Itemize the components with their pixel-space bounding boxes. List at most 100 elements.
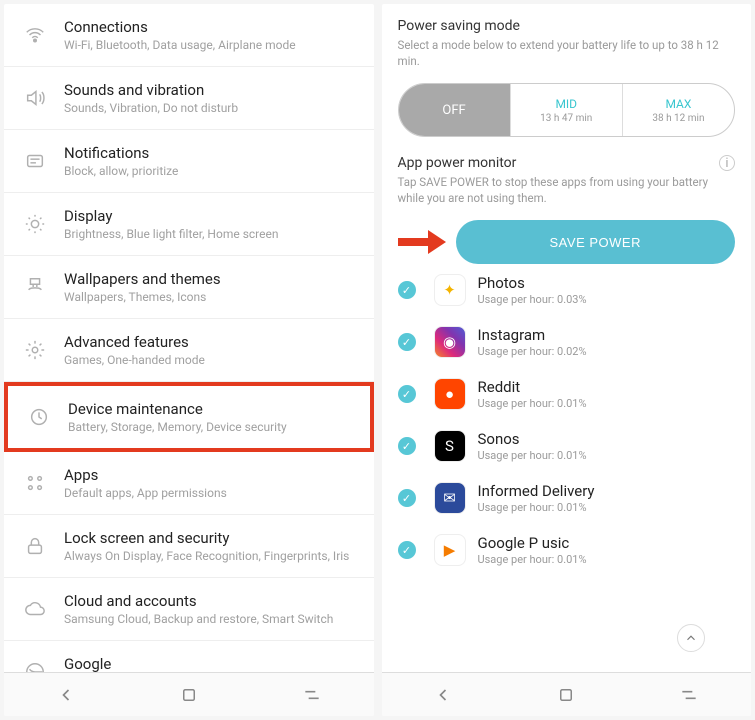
app-usage: Usage per hour: 0.01% bbox=[478, 397, 587, 410]
settings-item-notifications[interactable]: Notifications Block, allow, prioritize bbox=[4, 130, 374, 193]
app-name: Informed Delivery bbox=[478, 482, 595, 500]
power-mode-max-sub: 38 h 12 min bbox=[652, 113, 704, 124]
settings-item-sub: Samsung Cloud, Backup and restore, Smart… bbox=[64, 612, 333, 626]
app-row-photos[interactable]: ✓ ✦ PhotosUsage per hour: 0.03% bbox=[398, 264, 736, 316]
settings-item-lock[interactable]: Lock screen and securityAlways On Displa… bbox=[4, 515, 374, 578]
settings-item-title: Display bbox=[64, 207, 278, 225]
display-icon bbox=[18, 213, 52, 235]
settings-item-wallpapers[interactable]: Wallpapers and themes Wallpapers, Themes,… bbox=[4, 256, 374, 319]
power-mode-off[interactable]: OFF bbox=[399, 84, 510, 136]
settings-item-title: Apps bbox=[64, 466, 227, 484]
wallpapers-icon bbox=[18, 276, 52, 298]
apps-icon bbox=[18, 472, 52, 494]
settings-item-title: Wallpapers and themes bbox=[64, 270, 221, 288]
settings-item-sub: Brightness, Blue light filter, Home scre… bbox=[64, 227, 278, 241]
settings-item-cloud[interactable]: Cloud and accounts Samsung Cloud, Backup … bbox=[4, 578, 374, 641]
app-power-heading: App power monitor bbox=[398, 155, 517, 171]
settings-item-title: Cloud and accounts bbox=[64, 592, 333, 610]
nav-home-button[interactable] bbox=[178, 684, 200, 706]
settings-item-device-maintenance[interactable]: Device maintenance Battery, Storage, Memo… bbox=[4, 382, 374, 452]
power-mode-mid-label: MID bbox=[555, 97, 577, 111]
settings-item-sounds[interactable]: Sounds and vibration Sounds, Vibration, D… bbox=[4, 67, 374, 130]
settings-item-title: Lock screen and security bbox=[64, 529, 349, 547]
app-icon-informed: ✉ bbox=[434, 482, 466, 514]
android-navbar bbox=[382, 672, 752, 716]
info-icon[interactable]: i bbox=[719, 155, 735, 171]
power-mode-mid[interactable]: MID 13 h 47 min bbox=[510, 84, 622, 136]
app-usage: Usage per hour: 0.01% bbox=[478, 501, 595, 514]
nav-back-button[interactable] bbox=[55, 684, 77, 706]
settings-item-advanced[interactable]: Advanced features Games, One-handed mode bbox=[4, 319, 374, 382]
advanced-icon bbox=[18, 339, 52, 361]
app-checkbox[interactable]: ✓ bbox=[398, 333, 416, 351]
save-power-button[interactable]: SAVE POWER bbox=[456, 220, 736, 264]
app-icon-photos: ✦ bbox=[434, 274, 466, 306]
lock-icon bbox=[18, 535, 52, 557]
notifications-icon bbox=[18, 150, 52, 172]
settings-item-title: Sounds and vibration bbox=[64, 81, 238, 99]
settings-item-sub: Wi-Fi, Bluetooth, Data usage, Airplane m… bbox=[64, 38, 296, 52]
settings-item-sub: Wallpapers, Themes, Icons bbox=[64, 290, 221, 304]
app-power-desc: Tap SAVE POWER to stop these apps from u… bbox=[398, 175, 736, 206]
settings-item-sub: Battery, Storage, Memory, Device securit… bbox=[68, 420, 287, 434]
app-name: Instagram bbox=[478, 326, 587, 344]
device-maintenance-icon bbox=[22, 406, 56, 428]
settings-item-sub: Block, allow, prioritize bbox=[64, 164, 178, 178]
settings-item-sub: Default apps, App permissions bbox=[64, 486, 227, 500]
cloud-icon bbox=[18, 598, 52, 620]
settings-item-sub: Sounds, Vibration, Do not disturb bbox=[64, 101, 238, 115]
app-checkbox[interactable]: ✓ bbox=[398, 437, 416, 455]
google-icon bbox=[18, 661, 52, 672]
app-name: Google P usic bbox=[478, 534, 587, 552]
app-checkbox[interactable]: ✓ bbox=[398, 281, 416, 299]
app-icon-reddit: ● bbox=[434, 378, 466, 410]
android-navbar bbox=[4, 672, 374, 716]
settings-item-title: Notifications bbox=[64, 144, 178, 162]
app-name: Reddit bbox=[478, 378, 587, 396]
nav-recents-button[interactable] bbox=[678, 684, 700, 706]
app-row-informed[interactable]: ✓ ✉ Informed DeliveryUsage per hour: 0.01% bbox=[398, 472, 736, 524]
power-saving-heading: Power saving mode bbox=[398, 18, 736, 34]
app-usage: Usage per hour: 0.02% bbox=[478, 345, 587, 358]
settings-screen: Connections Wi-Fi, Bluetooth, Data usage,… bbox=[4, 4, 374, 716]
app-name: Photos bbox=[478, 274, 587, 292]
app-usage: Usage per hour: 0.03% bbox=[478, 293, 587, 306]
power-mode-off-label: OFF bbox=[442, 103, 465, 118]
nav-back-button[interactable] bbox=[432, 684, 454, 706]
app-checkbox[interactable]: ✓ bbox=[398, 541, 416, 559]
app-row-gpm[interactable]: ✓ ▶ Google P usicUsage per hour: 0.01% bbox=[398, 524, 736, 576]
sounds-icon bbox=[18, 87, 52, 109]
power-mode-max[interactable]: MAX 38 h 12 min bbox=[622, 84, 734, 136]
app-icon-sonos: S bbox=[434, 430, 466, 462]
settings-item-display[interactable]: Display Brightness, Blue light filter, Ho… bbox=[4, 193, 374, 256]
app-row-instagram[interactable]: ✓ ◉ InstagramUsage per hour: 0.02% bbox=[398, 316, 736, 368]
app-checkbox[interactable]: ✓ bbox=[398, 385, 416, 403]
settings-item-sub: Games, One-handed mode bbox=[64, 353, 205, 367]
app-power-list: ✓ ✦ PhotosUsage per hour: 0.03% ✓ ◉ Instagram… bbox=[398, 264, 736, 576]
settings-item-apps[interactable]: Apps Default apps, App permissions bbox=[4, 452, 374, 515]
device-maintenance-screen: Power saving mode Select a mode below to… bbox=[382, 4, 752, 716]
nav-home-button[interactable] bbox=[555, 684, 577, 706]
app-usage: Usage per hour: 0.01% bbox=[478, 553, 587, 566]
app-row-sonos[interactable]: ✓ S SonosUsage per hour: 0.01% bbox=[398, 420, 736, 472]
settings-list: Connections Wi-Fi, Bluetooth, Data usage,… bbox=[4, 4, 374, 672]
settings-item-title: Device maintenance bbox=[68, 400, 287, 418]
device-maintenance-body: Power saving mode Select a mode below to… bbox=[382, 4, 752, 672]
settings-item-connections[interactable]: Connections Wi-Fi, Bluetooth, Data usage,… bbox=[4, 4, 374, 67]
app-name: Sonos bbox=[478, 430, 587, 448]
app-icon-instagram: ◉ bbox=[434, 326, 466, 358]
app-usage: Usage per hour: 0.01% bbox=[478, 449, 587, 462]
settings-item-title: Google bbox=[64, 655, 148, 672]
power-saving-desc: Select a mode below to extend your batte… bbox=[398, 38, 736, 69]
annotation-arrow bbox=[398, 230, 448, 254]
app-checkbox[interactable]: ✓ bbox=[398, 489, 416, 507]
power-mode-max-label: MAX bbox=[665, 97, 691, 111]
nav-recents-button[interactable] bbox=[301, 684, 323, 706]
app-icon-gpm: ▶ bbox=[434, 534, 466, 566]
settings-item-title: Advanced features bbox=[64, 333, 205, 351]
app-row-reddit[interactable]: ✓ ● RedditUsage per hour: 0.01% bbox=[398, 368, 736, 420]
scroll-top-button[interactable] bbox=[677, 624, 705, 652]
settings-item-google[interactable]: GoogleGoogle settings bbox=[4, 641, 374, 672]
settings-item-title: Connections bbox=[64, 18, 296, 36]
power-mode-mid-sub: 13 h 47 min bbox=[540, 113, 592, 124]
